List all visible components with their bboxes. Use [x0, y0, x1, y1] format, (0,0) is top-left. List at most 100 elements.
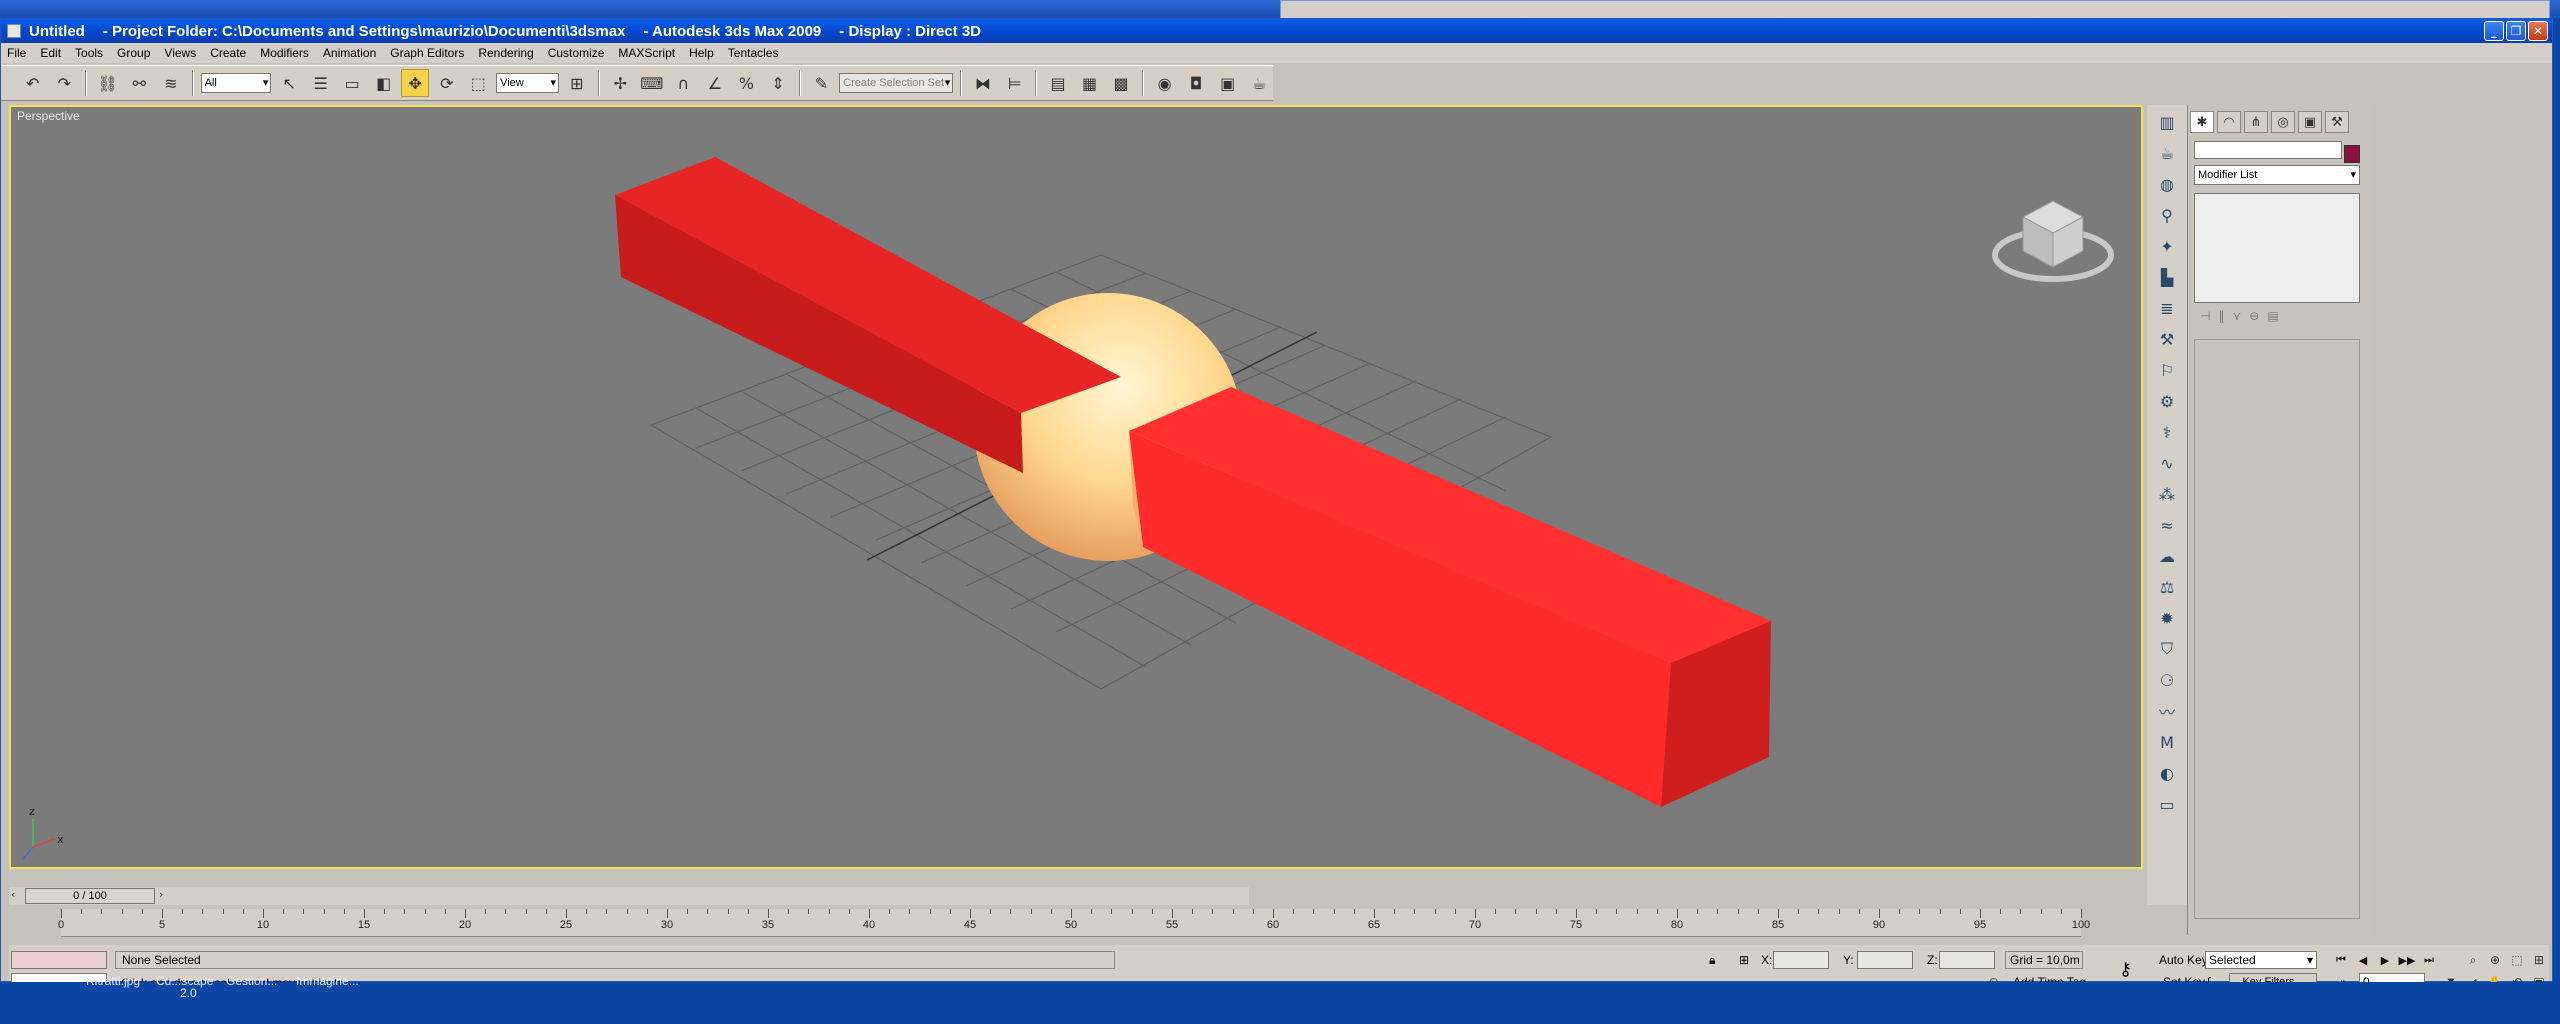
- previous-frame-icon[interactable]: ◀: [2353, 951, 2373, 969]
- minimize-button[interactable]: _: [2484, 21, 2504, 41]
- menu-group[interactable]: Group: [117, 46, 150, 60]
- app-icon[interactable]: [7, 24, 21, 38]
- zoom-extents-all-icon[interactable]: ⊞: [2529, 951, 2549, 969]
- key-icon[interactable]: ⚷: [2119, 959, 2132, 980]
- quick-render-icon[interactable]: ☕: [1245, 69, 1273, 97]
- modifier-list-dropdown[interactable]: Modifier List: [2194, 165, 2360, 185]
- zoom-extents-icon[interactable]: ⬚: [2507, 951, 2527, 969]
- reference-coordinate-dropdown[interactable]: View: [496, 73, 560, 93]
- menu-help[interactable]: Help: [689, 46, 714, 60]
- restore-button[interactable]: ❐: [2506, 21, 2526, 41]
- window-crossing-icon[interactable]: ◧: [370, 69, 398, 97]
- menu-tentacles[interactable]: Tentacles: [728, 46, 779, 60]
- display-tab-icon[interactable]: ▣: [2298, 111, 2322, 133]
- teapot-icon[interactable]: ☕: [2153, 140, 2181, 166]
- viewport-label[interactable]: Perspective: [17, 109, 80, 123]
- absolute-mode-icon[interactable]: ⊞: [1739, 953, 1749, 967]
- select-and-rotate-icon[interactable]: ⟳: [433, 69, 461, 97]
- time-slider-next-icon[interactable]: ›: [159, 888, 163, 901]
- z-coordinate-field[interactable]: [1939, 951, 1995, 969]
- x-coordinate-field[interactable]: [1773, 951, 1829, 969]
- containers-icon[interactable]: ▥: [2153, 109, 2181, 135]
- tape-icon[interactable]: ⚒: [2153, 326, 2181, 352]
- motion-tab-icon[interactable]: ◎: [2271, 111, 2295, 133]
- desktop-icon-label[interactable]: Immagine...: [296, 974, 359, 988]
- snaps-toggle-icon[interactable]: ∩: [670, 69, 698, 97]
- render-icon[interactable]: ◐: [2153, 760, 2181, 786]
- rectangular-selection-icon[interactable]: ▭: [338, 69, 366, 97]
- menu-rendering[interactable]: Rendering: [478, 46, 533, 60]
- title-bar[interactable]: Untitled - Project Folder: C:\Documents …: [1, 19, 2552, 43]
- menu-file[interactable]: File: [7, 46, 26, 60]
- maxscript-listener-input[interactable]: [11, 951, 107, 969]
- perspective-viewport[interactable]: x z Perspective: [9, 105, 2143, 869]
- go-to-start-icon[interactable]: ⏮: [2331, 951, 2351, 969]
- keyboard-shortcut-override-icon[interactable]: ⌨: [638, 69, 666, 97]
- redo-icon[interactable]: ↷: [51, 69, 79, 97]
- object-name-field[interactable]: [2194, 141, 2342, 159]
- next-frame-icon[interactable]: ▶▶: [2397, 951, 2417, 969]
- percent-snap-icon[interactable]: %: [733, 69, 761, 97]
- zoom-icon[interactable]: ⌕: [2463, 951, 2483, 969]
- menu-views[interactable]: Views: [164, 46, 196, 60]
- make-unique-icon[interactable]: ⋎: [2232, 309, 2241, 323]
- undo-icon[interactable]: ↶: [19, 69, 47, 97]
- desktop-icon-label[interactable]: Ritratti.jpg: [86, 974, 140, 988]
- schematic-view-icon[interactable]: ▩: [1107, 69, 1135, 97]
- ripple-icon[interactable]: ≈: [2153, 512, 2181, 538]
- object-color-swatch[interactable]: [2344, 145, 2360, 163]
- sphere-icon[interactable]: ◍: [2153, 171, 2181, 197]
- gravity-icon[interactable]: ⚖: [2153, 574, 2181, 600]
- angle-snap-icon[interactable]: ∠: [701, 69, 729, 97]
- rendered-frame-window-icon[interactable]: ▣: [1214, 69, 1242, 97]
- remove-modifier-icon[interactable]: ⊖: [2249, 309, 2259, 323]
- bone-icon[interactable]: ⚕: [2153, 419, 2181, 445]
- select-and-scale-icon[interactable]: ⬚: [465, 69, 493, 97]
- menu-modifiers[interactable]: Modifiers: [260, 46, 309, 60]
- rope-icon[interactable]: 〰: [2153, 698, 2181, 724]
- create-tab-icon[interactable]: ✱: [2190, 111, 2214, 133]
- zoom-all-icon[interactable]: ⊕: [2485, 951, 2505, 969]
- helper-icon[interactable]: ✦: [2153, 233, 2181, 259]
- spinner-snap-icon[interactable]: ⇕: [764, 69, 792, 97]
- configure-sets-icon[interactable]: ▤: [2267, 309, 2278, 323]
- menu-animation[interactable]: Animation: [323, 46, 376, 60]
- time-slider[interactable]: ‹ 0 / 100 ›: [9, 887, 1249, 905]
- track-bar[interactable]: 0 5 10 15 20 25 30 35 40 45 50 55 60 65 70 75 80 85 90 95 10…: [58, 909, 2090, 937]
- key-mode-dropdown[interactable]: Selected: [2205, 951, 2317, 969]
- pin-stack-icon[interactable]: ⊣: [2200, 309, 2210, 323]
- play-icon[interactable]: ▶: [2375, 951, 2395, 969]
- hierarchy-tab-icon[interactable]: ⋔: [2244, 111, 2268, 133]
- menu-graph-editors[interactable]: Graph Editors: [390, 46, 464, 60]
- script-icon[interactable]: M: [2153, 729, 2181, 755]
- select-by-name-icon[interactable]: ☰: [307, 69, 335, 97]
- material-editor-icon[interactable]: ◉: [1151, 69, 1179, 97]
- selection-filter-dropdown[interactable]: All: [200, 73, 272, 93]
- bomb-icon[interactable]: ✹: [2153, 605, 2181, 631]
- spotlight-icon[interactable]: ⚐: [2153, 357, 2181, 383]
- select-object-icon[interactable]: ↖: [275, 69, 303, 97]
- menu-edit[interactable]: Edit: [40, 46, 61, 60]
- wind-icon[interactable]: ☁: [2153, 543, 2181, 569]
- curve-editor-icon[interactable]: ▦: [1076, 69, 1104, 97]
- pivot-center-icon[interactable]: ⊞: [563, 69, 591, 97]
- bind-space-warp-icon[interactable]: ≋: [157, 69, 185, 97]
- layer-manager-icon[interactable]: ▤: [1044, 69, 1072, 97]
- time-slider-prev-icon[interactable]: ‹: [11, 888, 15, 901]
- modify-tab-icon[interactable]: ◠: [2217, 111, 2241, 133]
- y-coordinate-field[interactable]: [1857, 951, 1913, 969]
- manipulate-icon[interactable]: ✢: [607, 69, 635, 97]
- desktop-icon-label[interactable]: Gestion...: [226, 974, 277, 988]
- wave-icon[interactable]: ∿: [2153, 450, 2181, 476]
- named-selection-set-dropdown[interactable]: Create Selection Set: [839, 73, 954, 93]
- auto-key-button[interactable]: Auto Key: [2159, 953, 2208, 967]
- render-setup-icon[interactable]: ◘: [1182, 69, 1210, 97]
- light-icon[interactable]: ⚲: [2153, 202, 2181, 228]
- motor-icon[interactable]: ⚆: [2153, 667, 2181, 693]
- camera-icon[interactable]: ▙: [2153, 264, 2181, 290]
- select-and-move-icon[interactable]: ✥: [401, 69, 430, 97]
- unlink-icon[interactable]: ⚯: [126, 69, 154, 97]
- layers-icon[interactable]: ≣: [2153, 295, 2181, 321]
- modifier-stack[interactable]: [2194, 193, 2360, 303]
- time-slider-thumb[interactable]: 0 / 100: [25, 888, 155, 904]
